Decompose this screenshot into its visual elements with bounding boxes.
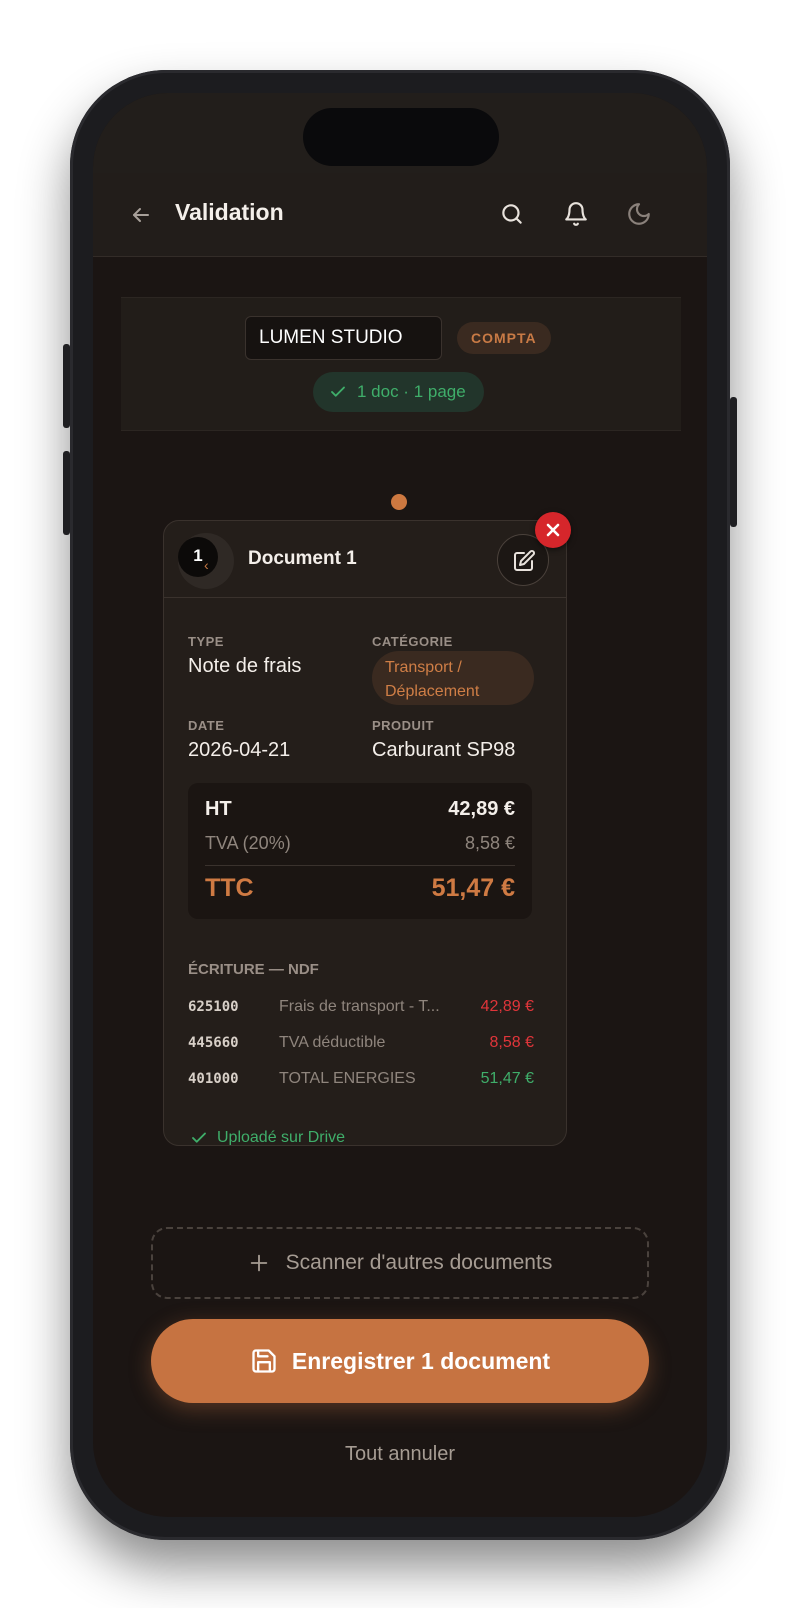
category-line-1: Transport / — [385, 659, 462, 676]
category-badge: Transport / Déplacement — [372, 651, 534, 705]
side-button-power — [730, 397, 737, 527]
ttc-row: TTC 51,47 € — [205, 874, 515, 903]
document-card: 1 ‹ Document 1 TYPE Note de frais CATÉGO… — [163, 520, 567, 1146]
company-name-field[interactable]: LUMEN STUDIO — [245, 316, 442, 360]
screen: Validation LUMEN STUDIO COMPTA 1 doc · 1… — [93, 93, 707, 1517]
page-title: Validation — [175, 199, 284, 225]
ttc-label: TTC — [205, 874, 254, 902]
entry-label: TVA déductible — [279, 1034, 386, 1051]
ttc-value: 51,47 € — [431, 874, 515, 902]
entry-amount: 51,47 € — [480, 1070, 534, 1087]
compta-badge: COMPTA — [457, 322, 551, 354]
document-number: 1 — [178, 537, 218, 577]
entry-row: 445660 TVA déductible 8,58 € — [188, 1033, 534, 1057]
arrow-left-icon[interactable] — [129, 203, 153, 227]
plus-icon — [250, 1254, 267, 1272]
document-thumbnail[interactable]: 1 ‹ — [178, 533, 234, 589]
remove-document-button[interactable] — [535, 512, 571, 548]
date-label: DATE — [188, 718, 225, 733]
tva-value: 8,58 € — [464, 833, 515, 853]
check-icon — [331, 386, 345, 397]
entry-account: 401000 — [188, 1071, 239, 1087]
check-icon — [192, 1132, 206, 1143]
save-label: Enregistrer 1 document — [291, 1347, 551, 1374]
pagination-dot[interactable] — [391, 494, 407, 510]
entry-row: 625100 Frais de transport - T... 42,89 € — [188, 997, 534, 1021]
search-icon[interactable] — [499, 201, 525, 227]
entry-label: TOTAL ENERGIES — [279, 1070, 416, 1087]
company-panel: LUMEN STUDIO COMPTA 1 doc · 1 page — [121, 297, 681, 431]
upload-status: Uploadé sur Drive — [190, 1129, 346, 1146]
tva-label: TVA (20%) — [205, 833, 291, 853]
tva-row: TVA (20%) 8,58 € — [205, 833, 515, 854]
entry-account: 625100 — [188, 999, 239, 1015]
side-button-volume-down — [63, 451, 70, 535]
scan-more-button[interactable]: Scanner d'autres documents — [151, 1227, 649, 1299]
doc-count-badge: 1 doc · 1 page — [313, 372, 484, 412]
moon-icon[interactable] — [626, 201, 652, 227]
entry-row: 401000 TOTAL ENERGIES 51,47 € — [188, 1069, 534, 1093]
entry-amount: 42,89 € — [480, 998, 534, 1015]
save-icon — [252, 1349, 276, 1373]
entry-label: Frais de transport - T... — [279, 998, 440, 1015]
save-button[interactable]: Enregistrer 1 document — [151, 1319, 649, 1403]
entries-title: ÉCRITURE — NDF — [188, 961, 319, 978]
edit-icon — [514, 550, 535, 571]
scan-more-label: Scanner d'autres documents — [285, 1251, 553, 1274]
bell-icon[interactable] — [563, 201, 589, 227]
close-icon — [546, 523, 560, 537]
cancel-all-link[interactable]: Tout annuler — [93, 1443, 707, 1466]
top-bar: Validation — [93, 173, 707, 257]
category-label: CATÉGORIE — [372, 634, 453, 649]
document-card-header: 1 ‹ Document 1 — [164, 521, 566, 598]
side-button-volume-up — [63, 344, 70, 428]
ht-row: HT 42,89 € — [205, 798, 515, 821]
chevron-left-icon: ‹ — [204, 557, 209, 573]
entry-account: 445660 — [188, 1035, 239, 1051]
ht-value: 42,89 € — [448, 798, 515, 820]
product-value: Carburant SP98 — [372, 739, 516, 761]
date-value: 2026-04-21 — [188, 739, 291, 761]
upload-status-text: Uploadé sur Drive — [217, 1129, 346, 1146]
ht-label: HT — [205, 798, 232, 820]
totals-box: HT 42,89 € TVA (20%) 8,58 € TTC 51,47 € — [188, 783, 532, 919]
phone-frame: Validation LUMEN STUDIO COMPTA 1 doc · 1… — [63, 70, 737, 1540]
type-label: TYPE — [188, 634, 224, 649]
type-value: Note de frais — [188, 655, 302, 677]
entry-amount: 8,58 € — [489, 1034, 534, 1051]
category-line-2: Déplacement — [385, 683, 480, 700]
doc-count-text: 1 doc · 1 page — [357, 382, 466, 401]
document-title: Document 1 — [248, 548, 357, 569]
totals-divider — [205, 865, 515, 866]
product-label: PRODUIT — [372, 718, 434, 733]
dynamic-island — [303, 108, 499, 166]
